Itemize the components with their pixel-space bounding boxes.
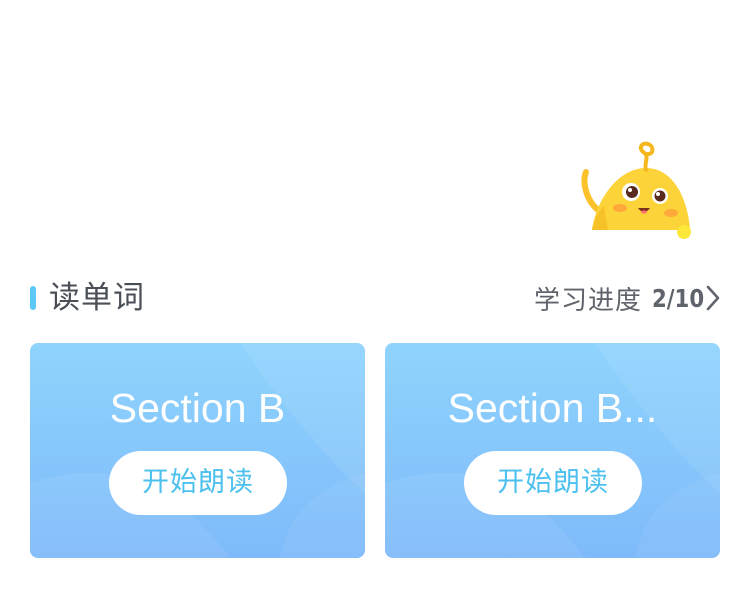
card-title: Section B... bbox=[447, 385, 658, 431]
word-card-2[interactable]: Section B... 开始朗读 bbox=[385, 343, 720, 558]
section-title: 读单词 bbox=[49, 280, 145, 316]
chevron-right-icon bbox=[706, 285, 720, 311]
progress-label: 学习进度 bbox=[533, 285, 642, 316]
card-title: Section B bbox=[109, 385, 286, 431]
mascot-icon bbox=[581, 141, 691, 239]
learning-progress-link[interactable]: 学习进度 2/10 bbox=[534, 276, 720, 320]
progress-value: 2/10 bbox=[652, 283, 705, 313]
word-card-1[interactable]: Section B 开始朗读 bbox=[30, 343, 365, 558]
start-reading-button[interactable]: 开始朗读 bbox=[464, 451, 642, 515]
start-reading-button[interactable]: 开始朗读 bbox=[109, 451, 287, 515]
header-accent-bar bbox=[30, 286, 36, 310]
section-header: 读单词 学习进度 2/10 bbox=[30, 276, 720, 320]
